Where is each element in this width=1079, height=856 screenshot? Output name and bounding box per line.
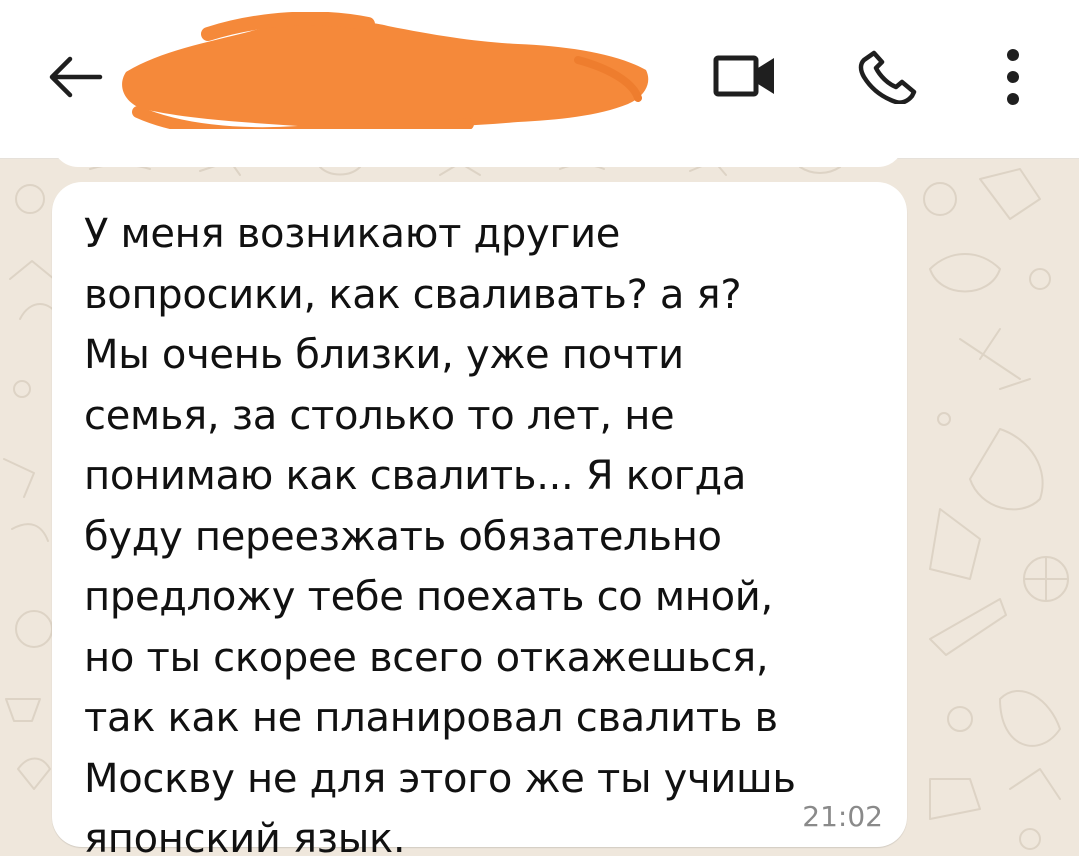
more-vertical-icon[interactable] bbox=[998, 46, 1028, 108]
contact-name-redacted[interactable] bbox=[118, 12, 658, 142]
message-text: У меня возникают другие вопросики, как с… bbox=[84, 211, 796, 856]
message-bubble[interactable]: У меня возникают другие вопросики, как с… bbox=[52, 182, 907, 856]
previous-message-bubble bbox=[52, 129, 904, 167]
video-camera-icon[interactable] bbox=[712, 52, 778, 100]
phone-icon[interactable] bbox=[858, 48, 918, 104]
message-time: 21:02 bbox=[802, 800, 883, 833]
arrow-left-icon[interactable] bbox=[44, 54, 104, 100]
